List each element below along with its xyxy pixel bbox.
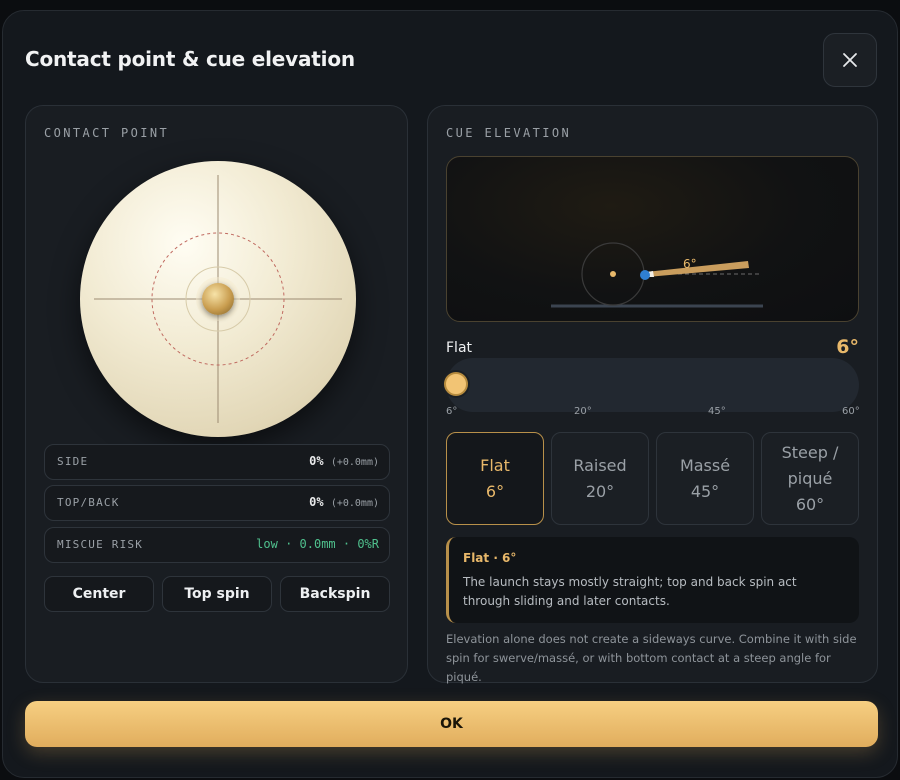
preset-flat-name: Flat bbox=[480, 455, 510, 475]
dialog-title: Contact point & cue elevation bbox=[25, 47, 355, 71]
top-spin-button[interactable]: Top spin bbox=[162, 576, 272, 612]
elevation-diagram: 6° bbox=[446, 156, 859, 322]
topback-readout: TOP/BACK 0% (+0.0mm) bbox=[44, 485, 390, 521]
preset-flat[interactable]: Flat 6° bbox=[446, 432, 544, 525]
topback-label: TOP/BACK bbox=[57, 496, 120, 509]
preset-masse-name: Massé bbox=[679, 455, 731, 475]
preset-masse-value: 45° bbox=[690, 481, 720, 501]
side-mm: (+0.0mm) bbox=[330, 457, 379, 468]
contact-elevation-dialog: Contact point & cue elevation CONTACT PO… bbox=[2, 10, 898, 778]
tick-45: 45° bbox=[708, 406, 726, 417]
preset-steep-name: Steep / piqué bbox=[781, 442, 839, 488]
preset-steep-value: 60° bbox=[795, 494, 825, 514]
diagram-contact-dot bbox=[610, 271, 616, 277]
close-icon bbox=[843, 53, 857, 67]
cue-stick bbox=[646, 261, 749, 277]
preset-raised-name: Raised bbox=[573, 455, 627, 475]
miscue-label: MISCUE RISK bbox=[57, 538, 144, 551]
elevation-diagram-svg: 6° bbox=[551, 242, 763, 308]
side-value: 0% bbox=[309, 454, 324, 468]
preset-masse[interactable]: Massé 45° bbox=[656, 432, 754, 525]
note-body: The launch stays mostly straight; top an… bbox=[463, 575, 797, 608]
backspin-button[interactable]: Backspin bbox=[280, 576, 390, 612]
preset-raised-value: 20° bbox=[585, 481, 615, 501]
side-label: SIDE bbox=[57, 455, 89, 468]
cue-tip bbox=[640, 270, 650, 280]
elevation-value: 6° bbox=[836, 336, 859, 358]
elevation-footnote: Elevation alone does not create a sidewa… bbox=[446, 632, 857, 684]
elevation-slider-thumb[interactable] bbox=[444, 372, 468, 396]
close-button[interactable] bbox=[823, 33, 877, 87]
elevation-slider[interactable] bbox=[444, 358, 859, 412]
elevation-note: Flat · 6° The launch stays mostly straig… bbox=[446, 537, 859, 623]
contact-marker[interactable] bbox=[202, 283, 234, 315]
preset-raised[interactable]: Raised 20° bbox=[551, 432, 649, 525]
tick-60: 60° bbox=[842, 406, 860, 417]
topback-mm: (+0.0mm) bbox=[330, 498, 379, 509]
contact-point-panel: CONTACT POINT SIDE 0% (+0.0mm) TOP/BACK … bbox=[25, 105, 408, 683]
tick-6: 6° bbox=[446, 406, 458, 417]
contact-point-label: CONTACT POINT bbox=[44, 126, 170, 140]
preset-flat-value: 6° bbox=[485, 481, 505, 501]
cue-ball-target[interactable] bbox=[80, 161, 356, 437]
cue-elevation-label: CUE ELEVATION bbox=[446, 126, 572, 140]
miscue-readout: MISCUE RISK low · 0.0mm · 0%R bbox=[44, 527, 390, 563]
miscue-value: low · 0.0mm · 0%R bbox=[256, 537, 379, 551]
cue-ball bbox=[80, 161, 356, 437]
note-title: Flat · 6° bbox=[463, 551, 517, 565]
cue-elevation-panel: CUE ELEVATION 6° Flat 6° 6° 20° 45° 60° … bbox=[427, 105, 878, 684]
side-readout: SIDE 0% (+0.0mm) bbox=[44, 444, 390, 480]
ok-button[interactable]: OK bbox=[25, 701, 878, 747]
diagram-angle-label: 6° bbox=[683, 257, 697, 271]
center-button[interactable]: Center bbox=[44, 576, 154, 612]
preset-steep[interactable]: Steep / piqué 60° bbox=[761, 432, 859, 525]
topback-value: 0% bbox=[309, 495, 324, 509]
tick-20: 20° bbox=[574, 406, 592, 417]
elevation-name: Flat bbox=[446, 340, 473, 356]
